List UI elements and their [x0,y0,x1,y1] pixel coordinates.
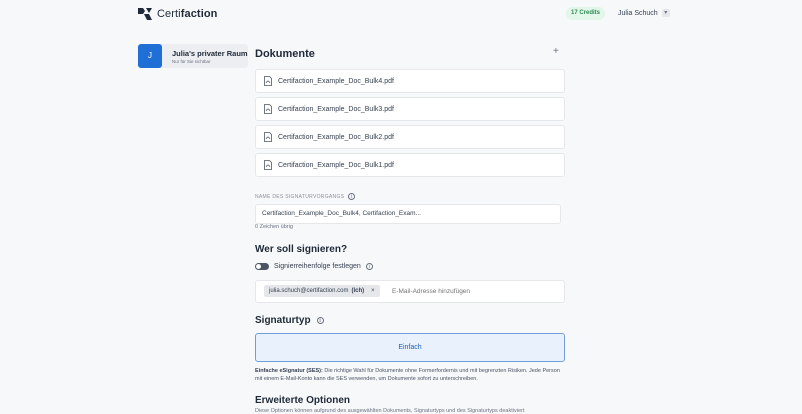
signer-chip: julia.schuch@certifaction.com (Ich) × [264,285,380,297]
user-name: Julia Schuch [618,9,658,17]
certifaction-logo-icon [138,8,152,20]
signature-description-title: Einfache eSignatur (SES): [255,368,323,374]
signer-field[interactable]: julia.schuch@certifaction.com (Ich) × [255,280,565,303]
top-bar: Certifaction 17 Credits Julia Schuch ▾ [0,0,802,28]
signature-type-heading-text: Signaturtyp [255,315,311,326]
brand-name: Certifaction [157,8,218,20]
signing-order-row: Signierreihenfolge festlegen i [255,263,373,270]
signature-description: Einfache eSignatur (SES): Die richtige W… [255,367,565,383]
remove-signer-icon[interactable]: × [371,288,375,294]
process-name-input[interactable]: Certifaction_Example_Doc_Bulk4, Certifac… [255,204,561,224]
credits-badge[interactable]: 17 Credits [566,7,606,20]
signature-type-heading: Signaturtyp i [255,315,324,326]
document-name: Certifaction_Example_Doc_Bulk1.pdf [278,161,394,169]
advanced-options-heading: Erweiterte Optionen [255,395,351,406]
document-item[interactable]: Certifaction_Example_Doc_Bulk2.pdf [255,125,565,149]
signers-heading: Wer soll signieren? [255,244,348,255]
advanced-options-description: Diese Optionen können aufgrund des ausge… [255,408,525,414]
document-name: Certifaction_Example_Doc_Bulk3.pdf [278,105,394,113]
chevron-down-icon: ▾ [661,9,670,17]
info-icon[interactable]: i [365,263,373,270]
info-icon[interactable]: i [348,193,356,200]
chars-left-counter: 0 Zeichen übrig [255,224,293,230]
document-name: Certifaction_Example_Doc_Bulk2.pdf [278,133,394,141]
signer-self-tag: (Ich) [351,288,365,294]
documents-heading: Dokumente [255,48,315,60]
process-name-label-text: NAME DES SIGNATURVORGANGS [255,193,345,200]
pdf-file-icon [264,132,272,142]
info-icon[interactable]: i [316,317,324,324]
add-email-input[interactable] [392,285,552,297]
space-avatar: J [138,44,162,68]
document-item[interactable]: Certifaction_Example_Doc_Bulk1.pdf [255,153,565,177]
brand-logo[interactable]: Certifaction [138,8,218,20]
signer-email: julia.schuch@certifaction.com [269,288,349,294]
pdf-file-icon [264,160,272,170]
pdf-file-icon [264,76,272,86]
document-item[interactable]: Certifaction_Example_Doc_Bulk4.pdf [255,69,565,93]
signing-order-toggle[interactable] [255,263,269,270]
space-subtitle: Nur für Sie sichtbar [172,59,211,64]
space-selector[interactable]: J Julia's privater Raum Nur für Sie sich… [138,44,248,68]
add-document-button[interactable]: + [553,46,559,57]
document-name: Certifaction_Example_Doc_Bulk4.pdf [278,77,394,85]
document-item[interactable]: Certifaction_Example_Doc_Bulk3.pdf [255,97,565,121]
signature-option-simple[interactable]: Einfach [255,333,565,362]
space-title: Julia's privater Raum [172,49,248,58]
pdf-file-icon [264,104,272,114]
signing-order-label: Signierreihenfolge festlegen [274,263,361,270]
process-name-label: NAME DES SIGNATURVORGANGS i [255,193,356,200]
user-menu[interactable]: Julia Schuch ▾ [618,9,670,17]
